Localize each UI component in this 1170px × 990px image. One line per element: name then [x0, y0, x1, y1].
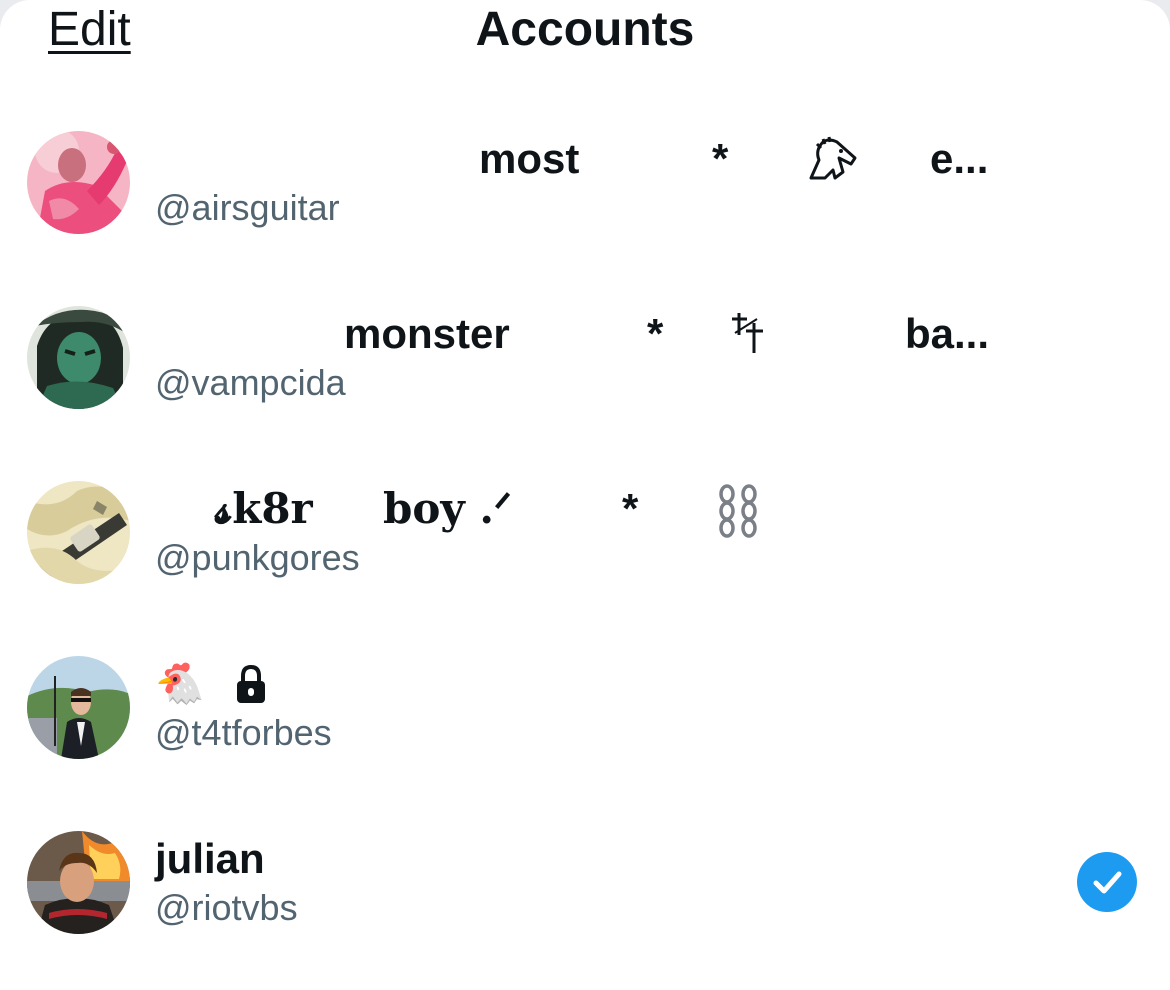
avatar [27, 306, 130, 409]
name-segment: julian [155, 835, 265, 882]
account-row-airsguitar[interactable]: most * e... @airsguitar [0, 104, 1170, 264]
name-segment: * [622, 485, 639, 532]
edit-button[interactable]: Edit [48, 2, 131, 58]
avatar [27, 656, 130, 759]
account-row-punkgores[interactable]: 𝓼k8r boy .ᐟ * @punkgores [0, 454, 1170, 614]
account-handle: @t4tforbes [155, 712, 332, 753]
display-name: monster * ba... [155, 309, 1015, 359]
chain-icon [713, 484, 763, 544]
dagger-crosses-icon [727, 309, 772, 369]
rooster-icon: 🐔 [155, 662, 205, 706]
account-handle: @riotvbs [155, 887, 298, 928]
account-handle: @punkgores [155, 537, 360, 578]
name-segment: boy .ᐟ [383, 484, 512, 533]
display-name: 𝓼k8r boy .ᐟ * [155, 484, 1015, 538]
account-handle: @airsguitar [155, 187, 340, 228]
display-name: julian [155, 834, 1015, 884]
display-name: 🐔 [155, 659, 1015, 709]
accounts-sheet: Accounts Edit most * e... @airsguitar mo… [0, 0, 1170, 990]
account-row-riotvbs[interactable]: julian @riotvbs [0, 804, 1170, 964]
name-segment: * [647, 310, 664, 357]
account-row-vampcida[interactable]: monster * ba... @vampcida [0, 279, 1170, 439]
page-title: Accounts [475, 3, 695, 56]
horse-glyph-icon [805, 134, 860, 184]
name-segment: ba... [905, 310, 990, 357]
avatar [27, 831, 130, 934]
name-segment: e... [930, 135, 989, 182]
name-segment: monster [344, 310, 510, 357]
name-segment: 𝓼k8r [215, 484, 313, 533]
account-row-t4tforbes[interactable]: 🐔 @t4tforbes [0, 629, 1170, 789]
display-name: most * e... [155, 134, 1015, 184]
lock-icon [233, 659, 269, 709]
selected-checkmark-icon [1077, 852, 1137, 912]
avatar [27, 131, 130, 234]
name-segment: * [712, 135, 729, 182]
account-handle: @vampcida [155, 362, 346, 403]
name-segment: most [479, 135, 580, 182]
header: Accounts Edit [0, 0, 1170, 62]
avatar [27, 481, 130, 584]
